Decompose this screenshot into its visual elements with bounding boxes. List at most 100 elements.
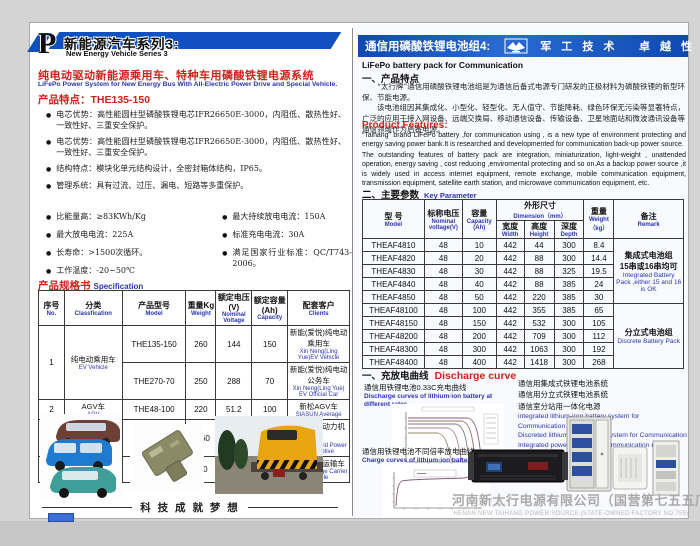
- param-header-en: Capacity (Ah): [464, 219, 495, 231]
- param-header-cell: 型 号Model: [363, 200, 425, 239]
- param-value: 442: [496, 278, 524, 291]
- param-model: THEAF48100: [363, 304, 425, 317]
- spec-capacity-text: 100: [253, 405, 286, 414]
- param-value: 442: [496, 330, 524, 343]
- param-value: 300: [554, 356, 584, 369]
- spec-client-cn: 新松AGV车: [289, 401, 348, 412]
- param-model: THEAF48150: [363, 317, 425, 330]
- param-value: 442: [496, 291, 524, 304]
- param-header-cell: 备注Remark: [614, 200, 684, 239]
- param-value: 300: [462, 343, 496, 356]
- spec-header-cell: 序号No.: [39, 291, 65, 326]
- spec-header-en: Capacity: [253, 315, 286, 321]
- param-value: 48: [424, 239, 462, 252]
- battery-cabinet-image: [566, 416, 612, 492]
- pair-left-1: 比能量高：≥83KWh/Kg: [46, 212, 218, 223]
- param-value: 24: [584, 278, 614, 291]
- param-header-cn: 高度: [526, 221, 553, 232]
- column-divider: [352, 28, 353, 516]
- headline-en: LiFePo Power System for New Energy Bus W…: [38, 81, 337, 88]
- feature-bullet-list: 电芯优势：高性能圆柱型磷酸铁锂电芯IFR26650E-3000，内阻低、散热性好…: [46, 110, 346, 197]
- param-value: 200: [462, 330, 496, 343]
- right-header-title: 通信用磷酸铁锂电池组4:: [365, 38, 490, 54]
- spec-header-cell: 重量KgWeight: [186, 291, 216, 326]
- param-value: 112: [584, 330, 614, 343]
- param-header-en: Remark: [615, 222, 682, 228]
- param-value: 300: [554, 330, 584, 343]
- param-value: 30: [584, 291, 614, 304]
- vehicle-collage-image: [40, 414, 122, 500]
- param-value: 48: [424, 343, 462, 356]
- company-name-block: 河南新太行电源有限公司（国营第七五五厂） HENAN NEW TAIHANG P…: [452, 490, 690, 517]
- spec-model-text: THE135-150: [124, 340, 185, 349]
- param-header-cn: 外形尺寸: [498, 200, 583, 211]
- param-header-cell: 容量Capacity (Ah): [462, 200, 496, 239]
- company-name-en: HENAN NEW TAIHANG POWER SOURCE (STATE-OW…: [452, 511, 690, 517]
- param-model: THEAF4840: [363, 278, 425, 291]
- spec-weight-text: 260: [187, 340, 214, 349]
- section3-en: Discharge curve: [435, 370, 517, 382]
- spec-header-cell: 额定电压(V)Nominal Voltage: [216, 291, 252, 326]
- product-features-p1: “Taihang” brand LiFePo battery ,for comm…: [362, 131, 686, 150]
- param-value: 1418: [524, 356, 554, 369]
- system-cn-2: 通信用分立式铁锂电池系统: [518, 389, 688, 400]
- param-value: 88: [524, 252, 554, 265]
- remark1-en: Integrated Battery Pack ,either 15 and 1…: [615, 272, 682, 293]
- section3-cn: 一、充放电曲线: [362, 371, 429, 382]
- product-features-line: 产品特点：THE135-150: [38, 92, 150, 107]
- spec-model: THE270-70: [122, 363, 186, 400]
- param-value: 300: [554, 252, 584, 265]
- param-value: 150: [462, 317, 496, 330]
- param-value: 442: [496, 239, 524, 252]
- param-value: 442: [496, 317, 524, 330]
- right-header-tagline: 军 工 技 术 卓 越 性 能: [540, 38, 700, 54]
- spec-header-cn: 配套客户: [289, 300, 348, 311]
- spec-header-cn: 额定电压(V): [217, 292, 250, 312]
- param-row-1: THEAF48104810442443008.4集成式电池组15串或16串均可I…: [363, 239, 684, 252]
- spec-weight-text: 250: [187, 377, 214, 386]
- spec-voltage-text: 144: [217, 340, 250, 349]
- param-header-cn: 重量: [585, 206, 612, 217]
- param-value: 19.5: [584, 265, 614, 278]
- spec-header-cell: 产品型号Model: [122, 291, 186, 326]
- param-model: THEAF4810: [363, 239, 425, 252]
- param-header-row-1: 型 号Model标称电压Nominal voltage(V)容量Capacity…: [363, 200, 684, 221]
- pair-right-3: 满足国家行业标准：QC/T743-2006。: [222, 248, 352, 270]
- param-value: 385: [554, 278, 584, 291]
- spec-header-cn: 分类: [66, 300, 121, 311]
- param-value: 100: [462, 304, 496, 317]
- param-value: 30: [462, 265, 496, 278]
- spec-header-en: Weight: [187, 311, 214, 317]
- param-value: 709: [524, 330, 554, 343]
- spec-header-cn: 额定容量(Ah): [253, 295, 286, 315]
- spec-no: 1: [39, 326, 65, 400]
- section3-heading: 一、充放电曲线 Discharge curve: [362, 368, 516, 382]
- feature-bullet-3: 结构特点：模块化单元结构设计，全密封箱体结构，IP65。: [46, 164, 346, 175]
- pair-right-1: 最大持续放电电流：150A: [222, 212, 352, 223]
- param-value: 385: [554, 291, 584, 304]
- lifepo-en-title: LiFePo battery pack for Communication: [362, 60, 523, 70]
- param-value: 268: [584, 356, 614, 369]
- wall-mount-box-image: [612, 446, 648, 490]
- param-remark-discrete: 分立式电池组Discrete Battery Pack: [614, 304, 684, 369]
- param-header-cell: 标称电压Nominal voltage(V): [424, 200, 462, 239]
- scanned-catalog-page: P 新能源汽车系列3: New Energy Vehicle Series 3 …: [0, 0, 700, 546]
- spec-voltage-text: 51.2: [217, 405, 250, 414]
- spec-capacity: 70: [252, 363, 288, 400]
- param-model: THEAF4830: [363, 265, 425, 278]
- spec-header-cn: 重量Kg: [187, 300, 214, 311]
- spec-row-1: 1纯电动乘用车EV VehicleTHE135-150260144150新能(爱…: [39, 326, 350, 363]
- spec-category: 纯电动乘用车EV Vehicle: [64, 326, 122, 400]
- param-value: 300: [554, 343, 584, 356]
- param-header-en: Height: [526, 232, 553, 238]
- slogan-rule-left: [42, 507, 132, 508]
- param-header-cn: 备注: [615, 211, 682, 222]
- remark1-cn2: 15串或16串均可: [615, 261, 682, 272]
- spec-model: THE48-100: [122, 400, 186, 420]
- param-model: THEAF48200: [363, 330, 425, 343]
- param-header-cn: 容量: [464, 208, 495, 219]
- spec-category-cn: 纯电动乘用车: [66, 354, 121, 365]
- param-value: 88: [524, 278, 554, 291]
- rack-power-unit-image: [468, 446, 568, 488]
- param-value: 65: [584, 304, 614, 317]
